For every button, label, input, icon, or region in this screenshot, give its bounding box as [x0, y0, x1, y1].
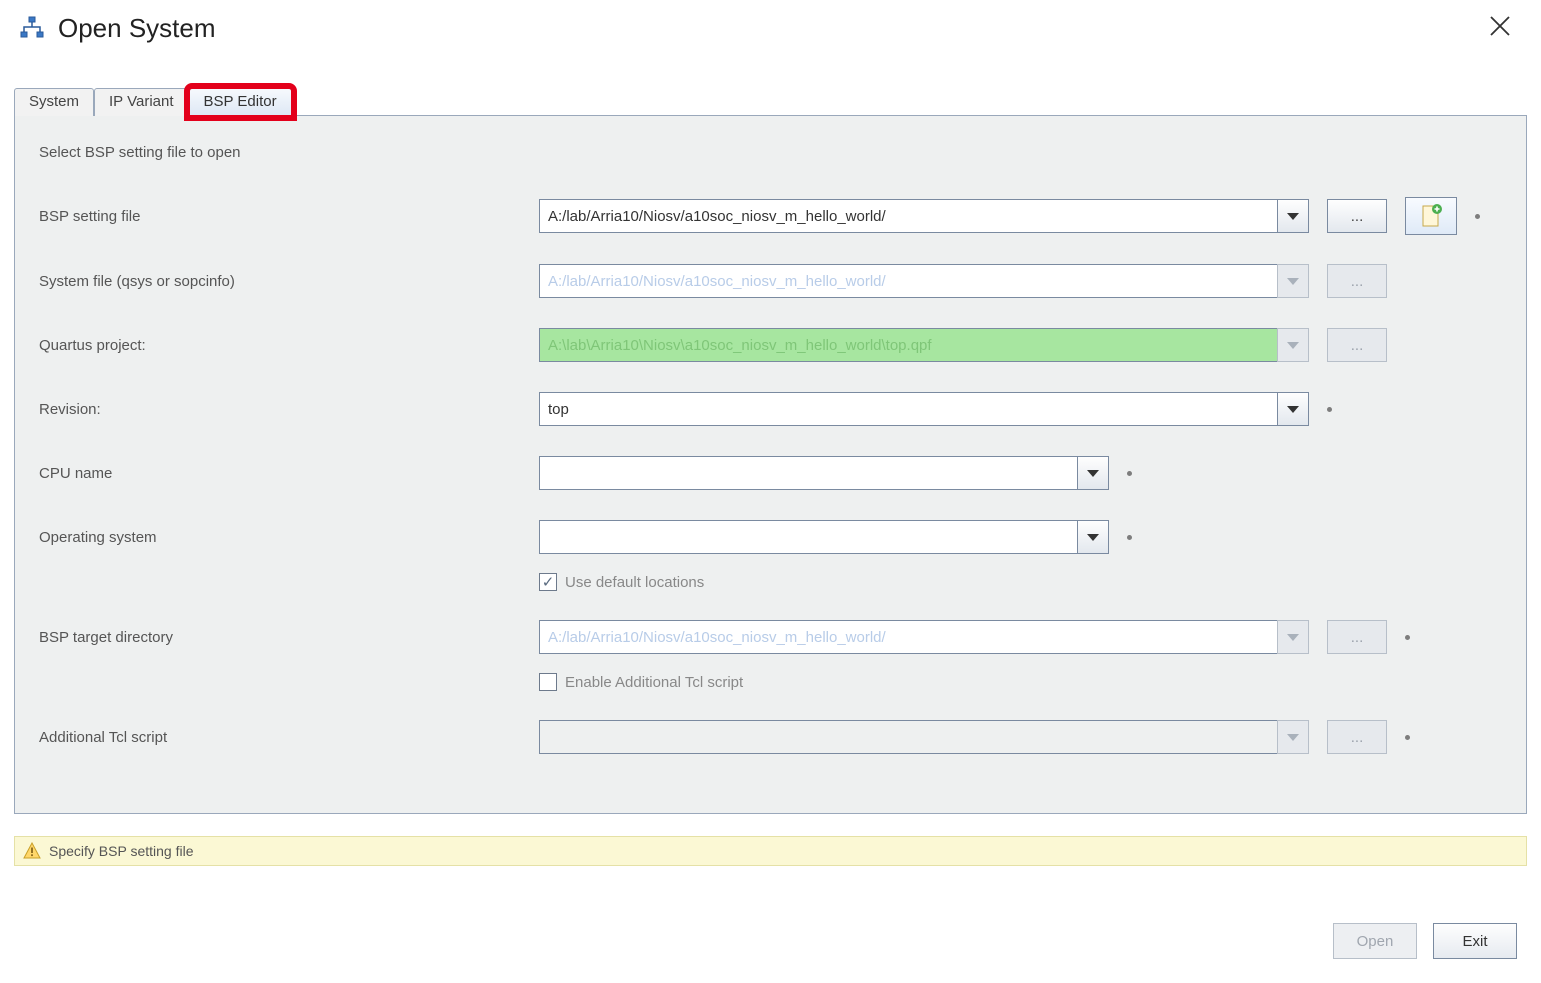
titlebar: Open System: [0, 0, 1541, 56]
bsp-setting-file-browse[interactable]: ...: [1327, 199, 1387, 233]
quartus-project-input: [539, 328, 1277, 362]
enable-additional-tcl-label: Enable Additional Tcl script: [565, 674, 743, 691]
use-default-locations-label: Use default locations: [565, 574, 704, 591]
bsp-target-dir-dropdown: [1277, 620, 1309, 654]
operating-system-input[interactable]: [539, 520, 1077, 554]
dialog-footer: Open Exit: [1333, 923, 1517, 959]
enable-additional-tcl-checkbox[interactable]: [539, 673, 557, 691]
status-bar: Specify BSP setting file: [14, 836, 1527, 866]
close-button[interactable]: [1479, 9, 1521, 48]
indicator-dot: [1127, 471, 1132, 476]
chevron-down-icon: [1287, 342, 1299, 349]
revision-dropdown[interactable]: [1277, 392, 1309, 426]
label-additional-tcl: Additional Tcl script: [39, 729, 539, 746]
chevron-down-icon: [1287, 734, 1299, 741]
system-file-browse: ...: [1327, 264, 1387, 298]
tab-system[interactable]: System: [14, 88, 94, 116]
system-file-input: [539, 264, 1277, 298]
use-default-locations-checkbox[interactable]: ✓: [539, 573, 557, 591]
chevron-down-icon: [1287, 406, 1299, 413]
bsp-target-dir-browse: ...: [1327, 620, 1387, 654]
revision-input[interactable]: [539, 392, 1277, 426]
exit-button[interactable]: Exit: [1433, 923, 1517, 959]
indicator-dot: [1405, 635, 1410, 640]
bsp-setting-file-input[interactable]: [539, 199, 1277, 233]
cpu-name-dropdown[interactable]: [1077, 456, 1109, 490]
chevron-down-icon: [1287, 634, 1299, 641]
status-message: Specify BSP setting file: [49, 843, 193, 859]
label-operating-system: Operating system: [39, 529, 539, 546]
warning-icon: [23, 842, 41, 860]
quartus-project-dropdown: [1277, 328, 1309, 362]
tabstrip: System IP Variant BSP Editor: [14, 82, 1527, 116]
label-bsp-setting-file: BSP setting file: [39, 208, 539, 225]
bsp-editor-panel: Select BSP setting file to open BSP sett…: [14, 115, 1527, 814]
open-button: Open: [1333, 923, 1417, 959]
system-file-dropdown: [1277, 264, 1309, 298]
chevron-down-icon: [1287, 213, 1299, 220]
checkmark-icon: ✓: [542, 575, 555, 590]
cpu-name-input[interactable]: [539, 456, 1077, 490]
label-cpu-name: CPU name: [39, 465, 539, 482]
new-file-button[interactable]: [1405, 197, 1457, 235]
additional-tcl-input: [539, 720, 1277, 754]
label-revision: Revision:: [39, 401, 539, 418]
quartus-project-browse: ...: [1327, 328, 1387, 362]
label-system-file: System file (qsys or sopcinfo): [39, 273, 539, 290]
indicator-dot: [1405, 735, 1410, 740]
chevron-down-icon: [1287, 278, 1299, 285]
chevron-down-icon: [1087, 470, 1099, 477]
app-icon: [20, 16, 44, 40]
indicator-dot: [1475, 214, 1480, 219]
label-quartus-project: Quartus project:: [39, 337, 539, 354]
label-bsp-target-dir: BSP target directory: [39, 629, 539, 646]
indicator-dot: [1327, 407, 1332, 412]
tab-bsp-editor[interactable]: BSP Editor: [189, 88, 292, 116]
indicator-dot: [1127, 535, 1132, 540]
bsp-setting-file-dropdown[interactable]: [1277, 199, 1309, 233]
chevron-down-icon: [1087, 534, 1099, 541]
panel-instruction: Select BSP setting file to open: [39, 144, 1502, 161]
bsp-target-dir-input: [539, 620, 1277, 654]
window-title: Open System: [58, 13, 216, 44]
additional-tcl-browse: ...: [1327, 720, 1387, 754]
tab-ip-variant[interactable]: IP Variant: [94, 88, 188, 116]
new-file-icon: [1420, 204, 1442, 228]
operating-system-dropdown[interactable]: [1077, 520, 1109, 554]
additional-tcl-dropdown: [1277, 720, 1309, 754]
